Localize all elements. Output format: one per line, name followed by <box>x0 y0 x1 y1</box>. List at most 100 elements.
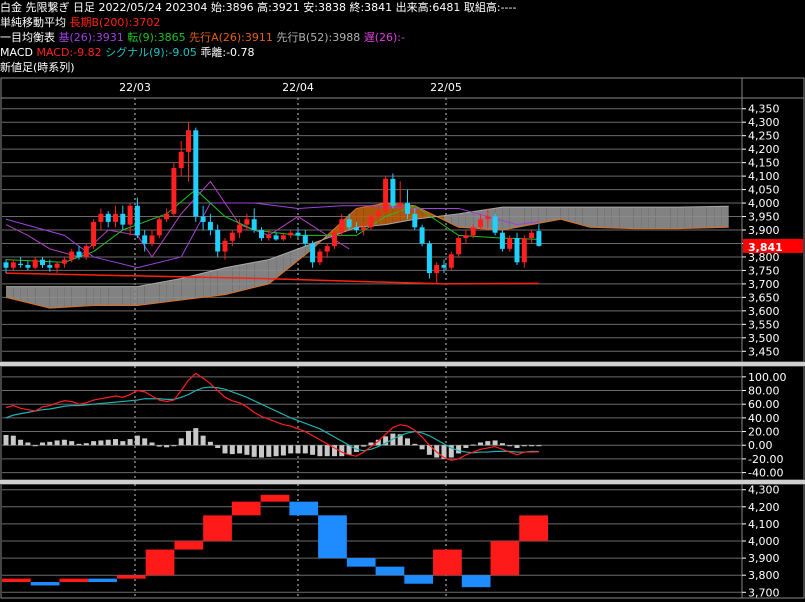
cloud-segment <box>225 266 233 295</box>
cloud-segment <box>108 286 116 306</box>
cloud-segment <box>181 276 189 301</box>
candle-body <box>514 238 520 263</box>
cloud-segment <box>458 212 466 228</box>
panel-divider-1 <box>0 362 805 366</box>
histogram-bar <box>310 445 316 455</box>
cloud-segment <box>254 260 262 288</box>
candle-body <box>25 265 31 268</box>
cloud-segment <box>27 286 36 305</box>
new-value-brick <box>174 541 204 550</box>
histogram-bar <box>149 442 155 446</box>
candle-body <box>10 262 16 268</box>
panel-divider-2 <box>0 480 805 484</box>
candle-body <box>193 130 199 217</box>
tick-label: 3,600 <box>748 305 780 318</box>
candle-body <box>266 235 272 239</box>
candle-body <box>434 265 440 274</box>
cloud-segment <box>502 207 510 230</box>
histogram-bar <box>76 443 82 446</box>
candle-body <box>105 213 111 222</box>
new-value-brick <box>404 575 434 584</box>
cloud-segment <box>604 207 612 228</box>
histogram-bar <box>288 445 294 454</box>
cloud-segment <box>20 286 28 303</box>
cloud-segment <box>633 207 642 229</box>
tick-label: 3,900 <box>748 552 780 565</box>
histogram-bar <box>32 445 38 447</box>
histogram-bar <box>18 439 24 446</box>
new-value-brick <box>203 515 232 541</box>
price-panel: 3,4503,5003,5503,6003,6503,7003,7503,800… <box>2 103 803 358</box>
cloud-segment <box>152 282 160 304</box>
cloud-segment <box>232 265 240 293</box>
cloud-segment <box>130 286 138 306</box>
tick-label: 100.00 <box>748 371 787 384</box>
tick-label: 4,350 <box>748 103 780 116</box>
new-value-brick <box>461 575 491 588</box>
candle-body <box>397 203 403 206</box>
histogram-bar <box>54 440 60 446</box>
candle-body <box>215 230 221 252</box>
cloud-segment <box>677 206 685 229</box>
histogram-bar <box>507 445 513 447</box>
tick-label: 4,150 <box>748 157 780 170</box>
tick-label: 4,250 <box>748 130 780 143</box>
histogram-bar <box>244 445 250 455</box>
candle-body <box>32 259 38 268</box>
candle-body <box>492 216 498 233</box>
histogram-bar <box>134 435 140 446</box>
candle-body <box>69 251 75 260</box>
histogram-bar <box>47 441 53 446</box>
cloud-segment <box>597 207 605 228</box>
histogram-bar <box>127 439 133 446</box>
cloud-segment <box>93 286 101 306</box>
tick-label: 80.00 <box>748 385 780 398</box>
new-value-brick <box>318 515 347 559</box>
candle-body <box>456 238 462 255</box>
new-value-panel: 4,300 4,200 4,100 4,000 3,900 3,800 3,700 <box>2 484 780 599</box>
tick-label: 3,700 <box>748 586 780 599</box>
candle-body <box>339 219 345 233</box>
histogram-bar <box>273 445 279 457</box>
candle-body <box>412 213 418 228</box>
cloud-segment <box>173 278 182 301</box>
candle-body <box>186 130 191 152</box>
candle-body <box>113 213 118 222</box>
cloud-segment <box>203 271 211 298</box>
histogram-bar <box>521 445 527 447</box>
histogram-bar <box>193 428 199 446</box>
histogram-bar <box>492 440 498 446</box>
histogram-bar <box>324 445 330 457</box>
candle-body <box>295 232 301 236</box>
cloud-segment <box>42 286 50 309</box>
histogram-bar <box>419 445 425 450</box>
candle-body <box>120 213 126 225</box>
new-value-brick <box>433 549 462 576</box>
new-value-brick <box>519 515 548 541</box>
candle-body <box>361 227 367 230</box>
last-price-label: 3,841 <box>748 241 783 254</box>
histogram-bar <box>215 445 221 448</box>
cloud-segment <box>575 207 583 226</box>
candle-body <box>375 211 381 217</box>
candle-body <box>280 235 286 240</box>
tick-label: 4,050 <box>748 184 780 197</box>
tick-label: 4,200 <box>748 501 780 514</box>
cloud-segment <box>268 256 277 284</box>
histogram-bar <box>412 443 418 446</box>
candle-body <box>529 232 535 239</box>
cloud-segment <box>79 286 87 307</box>
candle-body <box>419 227 425 244</box>
histogram-bar <box>405 438 410 446</box>
signal-line <box>5 386 539 454</box>
histogram-bar <box>113 439 118 446</box>
cloud-segment <box>166 279 174 302</box>
histogram-bar <box>222 445 228 454</box>
tick-label: 3,800 <box>748 569 780 582</box>
candle-body <box>353 227 359 230</box>
candle-body <box>3 262 9 268</box>
candle-body <box>507 238 513 249</box>
cloud-segment <box>590 207 598 228</box>
cloud-segment <box>35 286 43 307</box>
candle-body <box>368 216 374 228</box>
